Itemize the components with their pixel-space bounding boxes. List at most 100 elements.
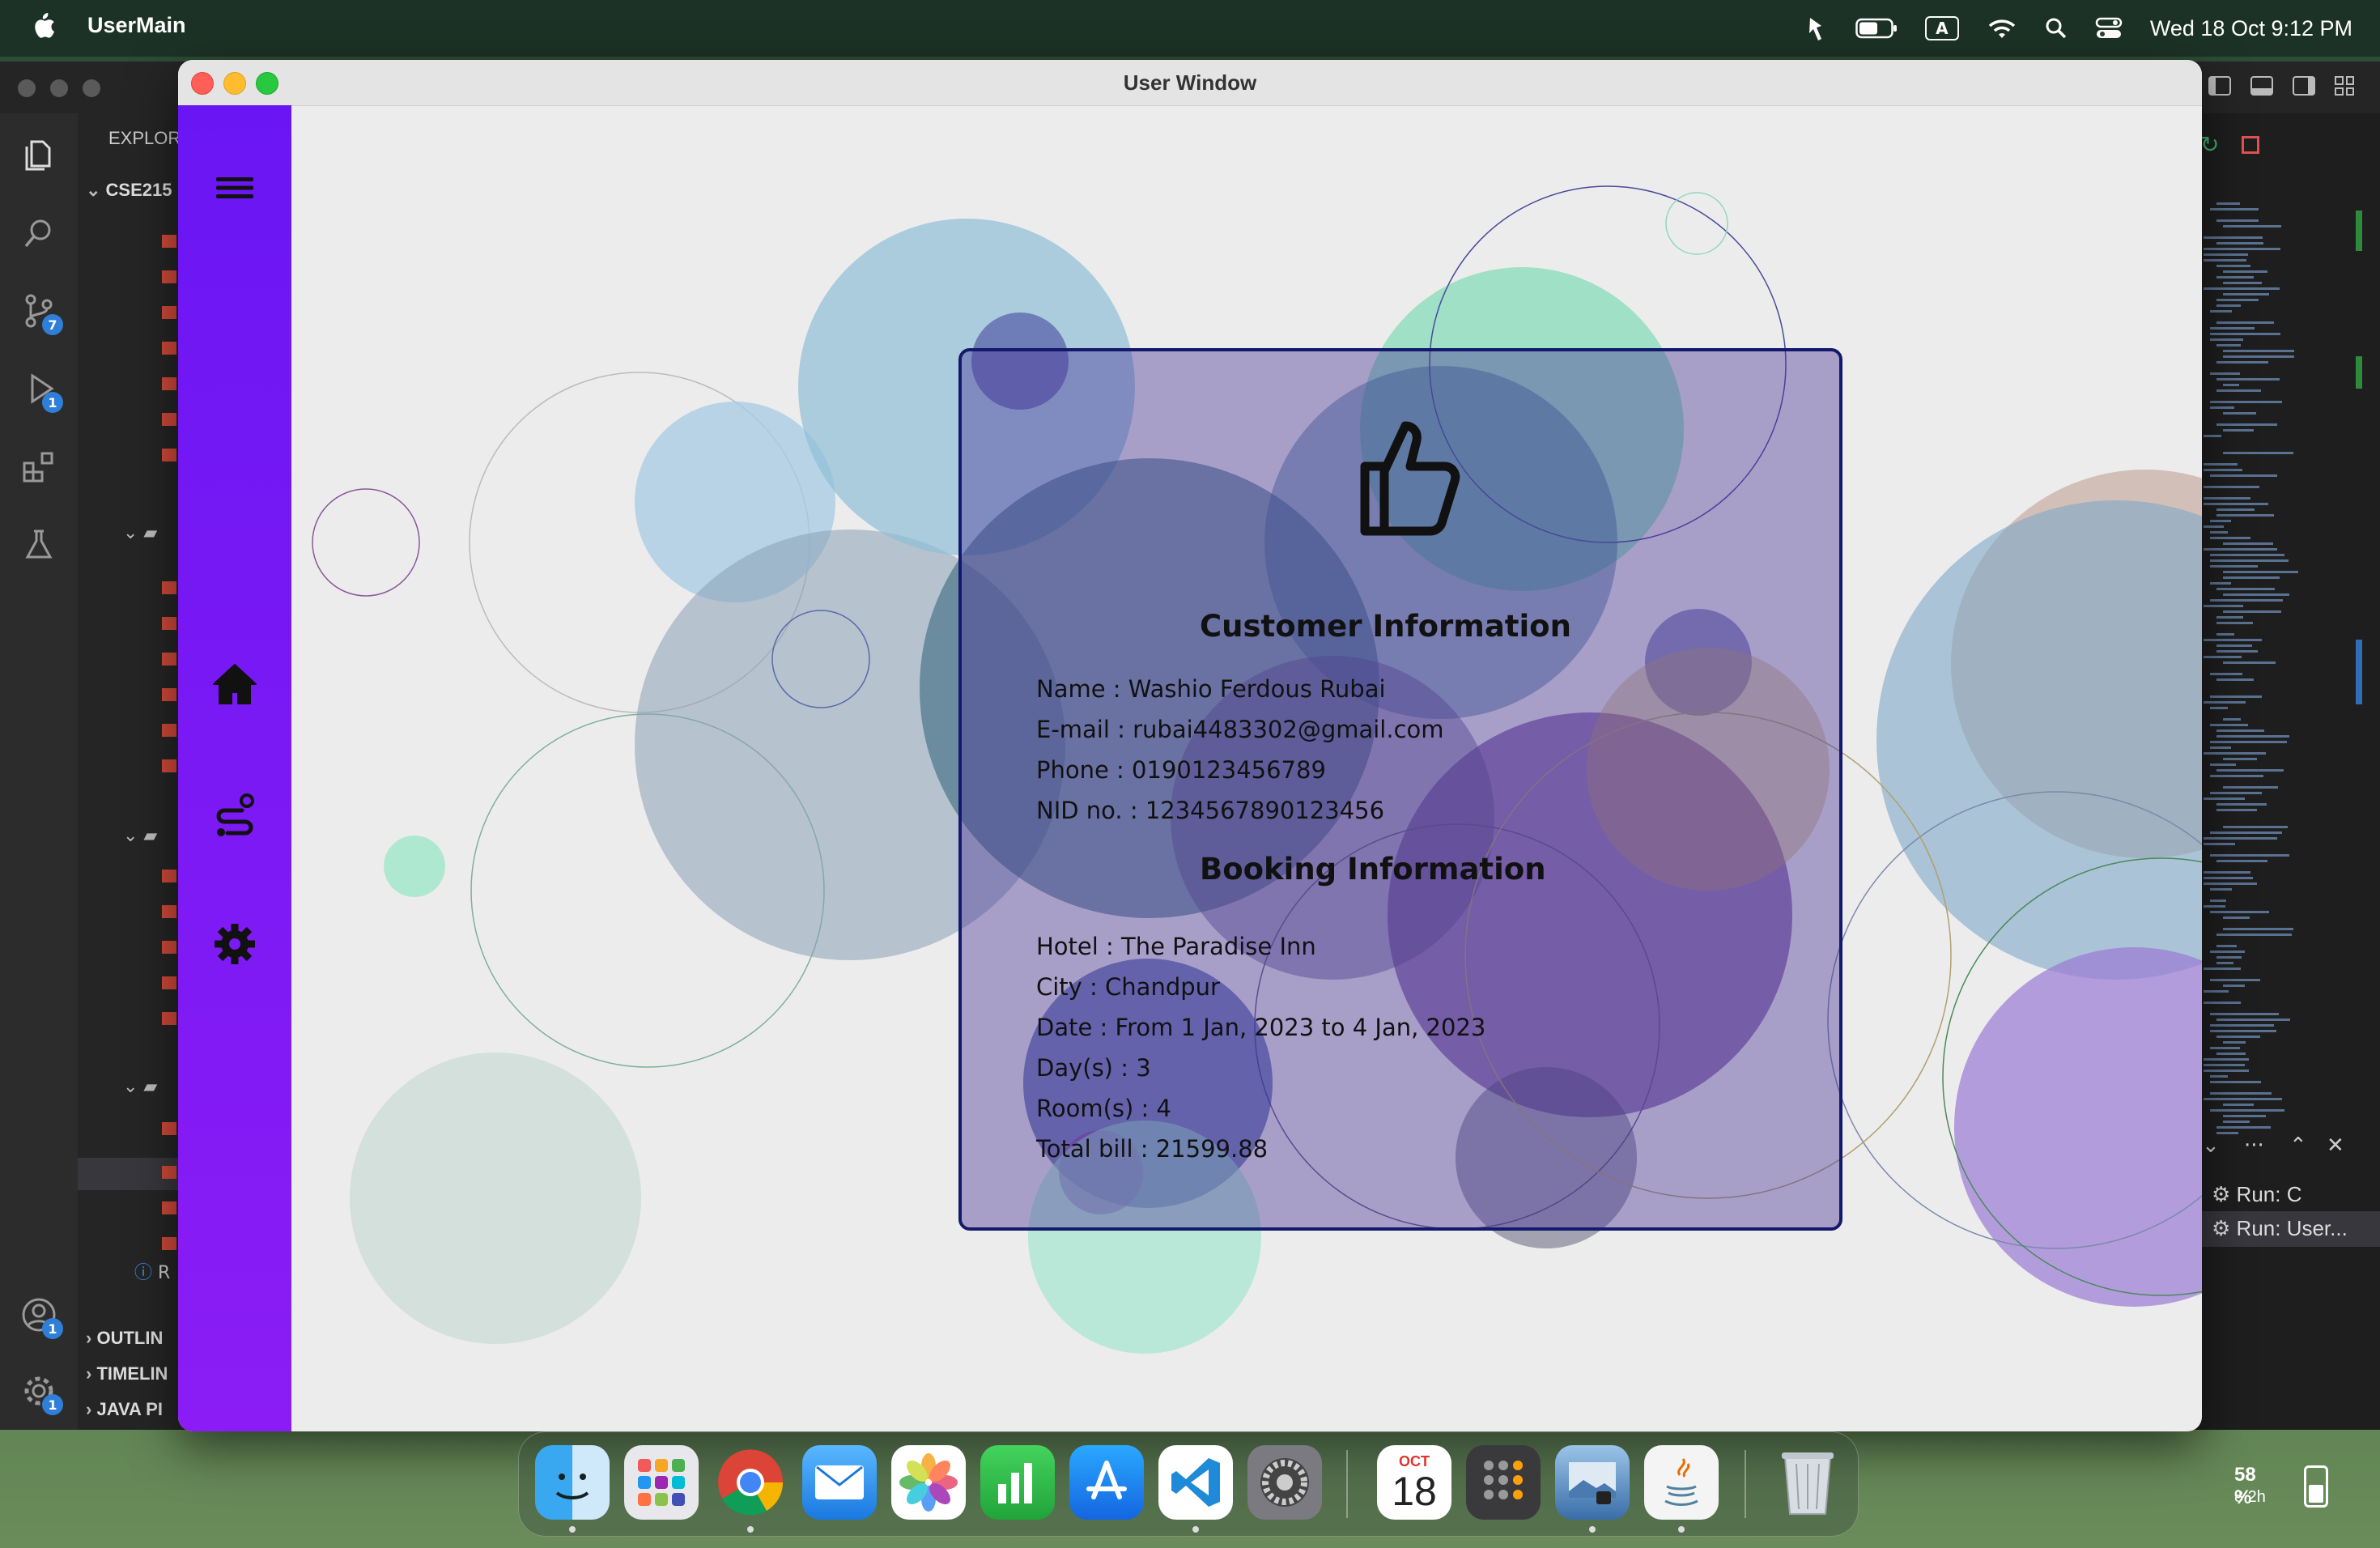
java-file-icon[interactable] [162,235,176,248]
java-file-icon[interactable] [162,581,176,594]
minimap-line [2223,928,2293,930]
account-icon[interactable]: 1 [18,1294,63,1339]
folder-icon[interactable]: ⌄ ▰ [123,826,157,846]
java-file-icon[interactable] [162,870,176,882]
menu-icon[interactable] [210,164,259,212]
timeline-section[interactable]: › TIMELIN [86,1363,168,1384]
panel-close-icon[interactable]: ✕ [2327,1133,2344,1158]
booking-hotel: Hotel : The Paradise Inn [1036,933,1316,960]
window-titlebar[interactable]: User Window [178,60,2202,106]
java-file-icon[interactable] [162,1201,176,1214]
panel-chevron-icon[interactable]: ⌄ [2202,1133,2220,1158]
system-settings-icon[interactable] [1247,1445,1322,1520]
minimap-line [2223,282,2262,284]
minimap-line [2223,786,2278,789]
minimap-line [2210,899,2226,902]
testing-icon[interactable] [18,523,60,565]
numbers-icon[interactable] [980,1445,1055,1520]
project-folder[interactable]: ⌄ CSE215 [86,180,172,201]
java-file-icon[interactable] [162,759,176,772]
finder-icon[interactable] [535,1445,610,1520]
java-icon[interactable] [1644,1445,1719,1520]
control-center-icon[interactable] [2095,17,2123,40]
java-file-icon[interactable] [162,449,176,461]
refresh-icon[interactable]: ↻ [2200,131,2219,158]
java-file-icon[interactable] [162,688,176,701]
run-debug-icon[interactable]: 1 [18,368,63,413]
booking-total-bill: Total bill : 21599.88 [1036,1135,1269,1163]
outline-section[interactable]: › OUTLIN [86,1328,163,1349]
calculator-icon[interactable] [1466,1445,1541,1520]
mail-icon[interactable] [802,1445,877,1520]
java-file-icon[interactable] [162,413,176,426]
trash-icon[interactable] [1770,1445,1845,1520]
java-projects-section[interactable]: › JAVA PI [86,1399,163,1420]
summary-card: Customer Information Name : Washio Ferdo… [958,348,1842,1231]
folder-icon[interactable]: ⌄ ▰ [123,523,157,543]
zoom-button[interactable] [256,72,278,95]
input-source-icon[interactable]: A [1924,16,1959,40]
minimap-line [2210,1081,2261,1083]
minimap-line [2216,242,2263,245]
preview-icon[interactable] [1555,1445,1630,1520]
manage-gear-icon[interactable]: 1 [18,1370,63,1415]
java-file-icon[interactable] [162,941,176,954]
vscode-zoom-button[interactable] [83,79,100,97]
java-file-icon[interactable] [162,617,176,630]
minimap[interactable] [2200,202,2298,1142]
java-file-icon[interactable] [162,377,176,390]
customize-layout-icon[interactable] [2335,76,2354,96]
java-file-icon[interactable] [162,306,176,319]
settings-icon[interactable] [210,920,259,968]
folder-icon[interactable]: ⌄ ▰ [123,1077,157,1097]
stop-icon[interactable] [2242,136,2260,154]
photos-icon[interactable] [891,1445,966,1520]
panel-more-icon[interactable]: ··· [2244,1133,2264,1158]
minimize-button[interactable] [223,72,246,95]
minimap-line [2210,695,2262,698]
vscode-close-button[interactable] [18,79,36,97]
active-app-name[interactable]: UserMain [87,13,186,38]
java-file-icon[interactable] [162,1122,176,1135]
wifi-icon[interactable] [1987,17,2017,40]
close-button[interactable] [191,72,214,95]
java-file-icon[interactable] [162,1012,176,1025]
battery-icon[interactable] [1855,18,1898,39]
search-icon[interactable] [18,212,60,254]
java-file-icon[interactable] [162,1237,176,1250]
extensions-icon[interactable] [18,445,60,487]
minimap-line [2210,775,2263,777]
route-icon[interactable] [210,790,259,839]
java-file-icon[interactable] [162,342,176,355]
toggle-secondary-sidebar-icon[interactable] [2293,76,2315,96]
minimap-line [2204,248,2280,250]
java-file-icon[interactable] [162,976,176,989]
app-store-icon[interactable] [1069,1445,1144,1520]
hotspot-icon[interactable] [1804,15,1828,42]
toggle-primary-sidebar-icon[interactable] [2208,76,2231,96]
java-file-icon[interactable] [162,270,176,283]
toggle-panel-icon[interactable] [2250,76,2273,96]
home-icon[interactable] [210,661,259,709]
source-control-icon[interactable]: 7 [18,290,63,335]
explorer-icon[interactable] [18,134,60,176]
chrome-icon[interactable] [713,1445,788,1520]
java-file-icon[interactable] [162,653,176,666]
panel-maximize-icon[interactable]: ⌃ [2289,1133,2307,1158]
spotlight-icon[interactable] [2045,17,2068,40]
minimap-line [2223,916,2250,919]
launchpad-icon[interactable] [624,1445,699,1520]
java-file-icon[interactable] [162,1166,176,1179]
apple-icon[interactable] [29,10,57,45]
java-file-icon[interactable] [162,905,176,918]
run-debug-badge: 1 [42,392,63,413]
run-item[interactable]: ⚙ Run: User... [2212,1216,2348,1241]
vscode-minimize-button[interactable] [50,79,68,97]
calendar-icon[interactable]: OCT 18 [1377,1445,1451,1520]
minimap-line [2204,287,2280,290]
run-item[interactable]: ⚙ Run: C [2212,1182,2301,1207]
minimap-line [2210,599,2283,602]
vscode-icon[interactable] [1158,1445,1233,1520]
java-file-icon[interactable] [162,724,176,737]
menu-clock[interactable]: Wed 18 Oct 9:12 PM [2150,16,2352,41]
